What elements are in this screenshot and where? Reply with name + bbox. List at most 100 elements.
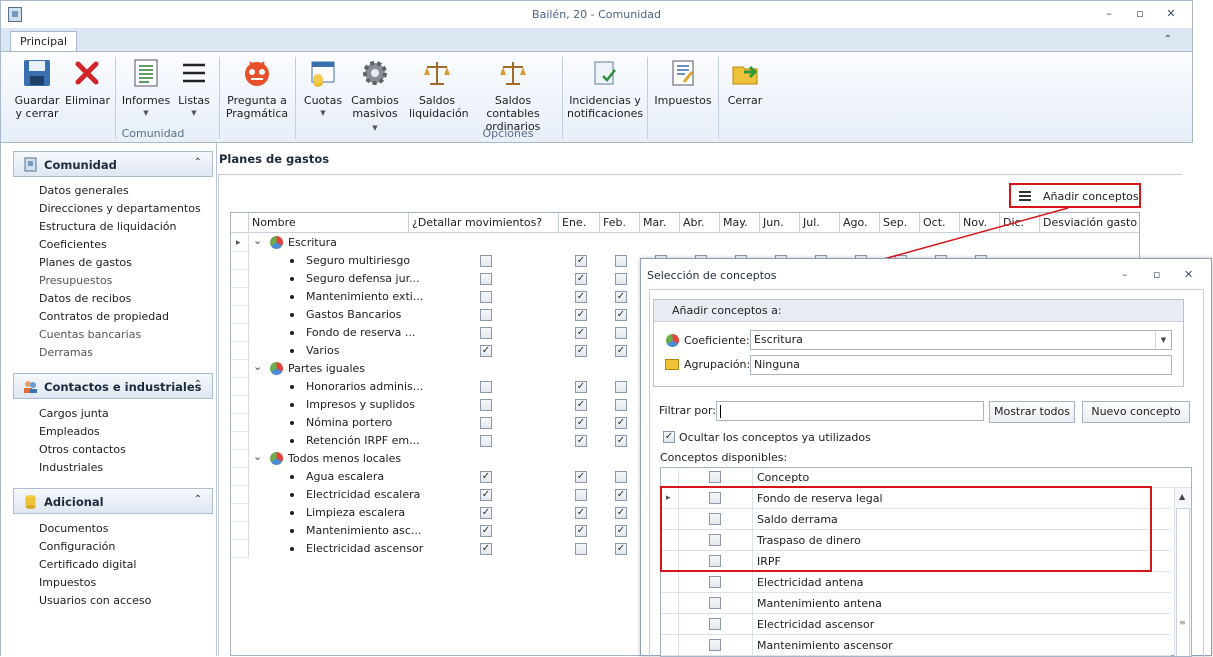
list-item[interactable]: Electricidad antena	[661, 572, 1171, 593]
list-item[interactable]: Mantenimiento ascensor	[661, 635, 1171, 656]
det-checkbox[interactable]: ✓	[480, 525, 492, 537]
sidebar-item[interactable]: Otros contactos	[39, 443, 126, 456]
ene-checkbox[interactable]: ✓	[575, 399, 587, 411]
det-checkbox[interactable]	[480, 435, 492, 447]
group-row[interactable]: ▸ ⌄ Escritura	[231, 234, 1139, 252]
coefficient-select[interactable]: Escritura ▼	[750, 330, 1172, 350]
feb-checkbox[interactable]: ✓	[615, 291, 627, 303]
feb-checkbox[interactable]: ✓	[615, 435, 627, 447]
feb-checkbox[interactable]	[615, 399, 627, 411]
column-header[interactable]: Sep.	[880, 213, 920, 233]
expand-toggle-icon[interactable]: ⌄	[253, 450, 262, 463]
reports-button[interactable]: Informes ▼	[120, 58, 172, 120]
ene-checkbox[interactable]: ✓	[575, 525, 587, 537]
minimize-button[interactable]: –	[1122, 268, 1128, 281]
list-item[interactable]: Mantenimiento antena	[661, 593, 1171, 614]
sidebar-item[interactable]: Documentos	[39, 522, 108, 535]
scroll-thumb[interactable]	[1176, 508, 1190, 656]
feb-checkbox[interactable]	[615, 471, 627, 483]
feb-checkbox[interactable]: ✓	[615, 417, 627, 429]
sidebar-item[interactable]: Derramas	[39, 346, 93, 359]
column-header[interactable]: Jul.	[800, 213, 840, 233]
sidebar-item[interactable]: Cargos junta	[39, 407, 109, 420]
scrollbar[interactable]: ▲ ≡	[1174, 488, 1191, 656]
delete-button[interactable]: Eliminar	[65, 58, 110, 107]
incidents-button[interactable]: Incidencias y notificaciones	[567, 58, 643, 120]
sidebar-item[interactable]: Planes de gastos	[39, 256, 132, 269]
column-header[interactable]: Oct.	[920, 213, 960, 233]
sidebar-item[interactable]: Contratos de propiedad	[39, 310, 169, 323]
feb-checkbox[interactable]	[615, 255, 627, 267]
det-checkbox[interactable]	[480, 291, 492, 303]
mass-changes-button[interactable]: Cambios masivos ▼	[348, 58, 402, 135]
feb-checkbox[interactable]	[615, 327, 627, 339]
feb-checkbox[interactable]: ✓	[615, 543, 627, 555]
expand-toggle-icon[interactable]: ⌄	[253, 360, 262, 373]
feb-checkbox[interactable]: ✓	[615, 309, 627, 321]
close-button[interactable]: ✕	[1163, 7, 1179, 21]
column-header[interactable]: Nov.	[960, 213, 1000, 233]
grouping-field[interactable]: Ninguna	[750, 355, 1172, 375]
sidebar-item[interactable]: Empleados	[39, 425, 100, 438]
det-checkbox[interactable]	[480, 327, 492, 339]
ene-checkbox[interactable]: ✓	[575, 435, 587, 447]
ene-checkbox[interactable]: ✓	[575, 471, 587, 483]
det-checkbox[interactable]	[480, 399, 492, 411]
minimize-button[interactable]: –	[1101, 7, 1117, 21]
settlement-balances-button[interactable]: Saldos liquidación	[409, 58, 469, 120]
det-checkbox[interactable]	[480, 255, 492, 267]
ene-checkbox[interactable]	[575, 543, 587, 555]
column-header[interactable]: ¿Detallar movimientos?	[409, 213, 559, 233]
sidebar-item[interactable]: Presupuestos	[39, 274, 112, 287]
sidebar-group-contactos[interactable]: Contactos e industriales ⌃	[13, 373, 213, 399]
det-checkbox[interactable]: ✓	[480, 543, 492, 555]
sidebar-item[interactable]: Cuentas bancarias	[39, 328, 141, 341]
det-checkbox[interactable]	[480, 273, 492, 285]
det-checkbox[interactable]: ✓	[480, 345, 492, 357]
column-header[interactable]: Abr.	[680, 213, 720, 233]
ene-checkbox[interactable]	[575, 489, 587, 501]
ene-checkbox[interactable]: ✓	[575, 381, 587, 393]
select-all-checkbox[interactable]	[709, 471, 721, 483]
ribbon-collapse-icon[interactable]: ⌃	[1164, 34, 1172, 45]
hide-used-checkbox[interactable]: ✓	[663, 431, 675, 443]
ene-checkbox[interactable]: ✓	[575, 255, 587, 267]
sidebar-item[interactable]: Coeficientes	[39, 238, 107, 251]
feb-checkbox[interactable]: ✓	[615, 525, 627, 537]
column-header[interactable]: Ene.	[559, 213, 600, 233]
feb-checkbox[interactable]	[615, 273, 627, 285]
sidebar-item[interactable]: Impuestos	[39, 576, 96, 589]
sidebar-group-comunidad[interactable]: Comunidad ⌃	[13, 151, 213, 177]
close-view-button[interactable]: Cerrar	[723, 58, 767, 107]
column-header[interactable]: Desviación gasto ar	[1040, 213, 1139, 233]
sidebar-item[interactable]: Industriales	[39, 461, 103, 474]
list-item[interactable]: Electricidad ascensor	[661, 614, 1171, 635]
det-checkbox[interactable]: ✓	[480, 507, 492, 519]
ene-checkbox[interactable]: ✓	[575, 309, 587, 321]
ene-checkbox[interactable]: ✓	[575, 507, 587, 519]
det-checkbox[interactable]: ✓	[480, 471, 492, 483]
column-header[interactable]: Mar.	[640, 213, 680, 233]
restore-button[interactable]: ▫	[1132, 7, 1148, 21]
tab-principal[interactable]: Principal	[10, 31, 77, 52]
close-button[interactable]: ✕	[1184, 268, 1193, 281]
column-header[interactable]: Nombre	[249, 213, 409, 233]
accounting-balances-button[interactable]: Saldos contables ordinarios	[469, 58, 557, 133]
feb-checkbox[interactable]: ✓	[615, 507, 627, 519]
lists-button[interactable]: Listas ▼	[174, 58, 214, 120]
concept-checkbox[interactable]	[709, 618, 721, 630]
fees-button[interactable]: Cuotas ▼	[300, 58, 346, 120]
column-header[interactable]: Ago.	[840, 213, 880, 233]
ene-checkbox[interactable]: ✓	[575, 417, 587, 429]
sidebar-item[interactable]: Configuración	[39, 540, 115, 553]
restore-button[interactable]: ▫	[1153, 268, 1160, 281]
taxes-button[interactable]: Impuestos	[653, 58, 713, 107]
det-checkbox[interactable]	[480, 417, 492, 429]
det-checkbox[interactable]	[480, 309, 492, 321]
concept-checkbox[interactable]	[709, 576, 721, 588]
ene-checkbox[interactable]: ✓	[575, 345, 587, 357]
feb-checkbox[interactable]: ✓	[615, 345, 627, 357]
det-checkbox[interactable]: ✓	[480, 489, 492, 501]
sidebar-group-adicional[interactable]: Adicional ⌃	[13, 488, 213, 514]
feb-checkbox[interactable]: ✓	[615, 489, 627, 501]
